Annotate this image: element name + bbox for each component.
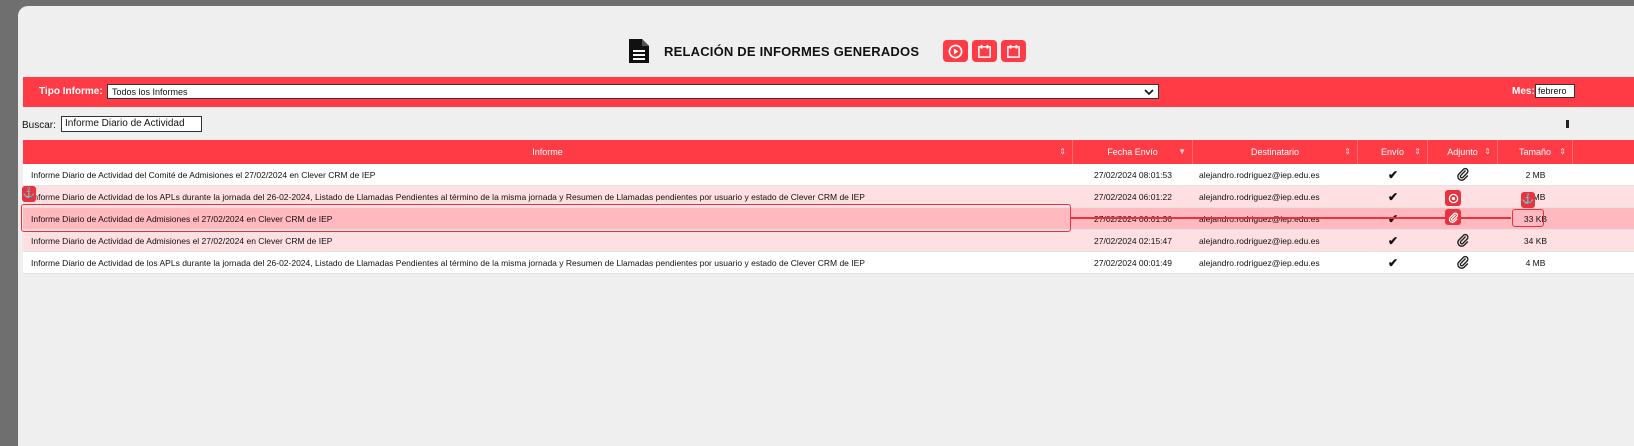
- sort-icon: ⇕: [1059, 147, 1066, 156]
- cell-envio: ✔: [1358, 234, 1428, 248]
- paperclip-selected-icon[interactable]: [1445, 209, 1461, 225]
- column-header-tamano[interactable]: Tamaño ⇕: [1498, 140, 1573, 164]
- column-header-destinatario[interactable]: Destinatario ⇕: [1193, 140, 1358, 164]
- cell-envio: ✔: [1358, 256, 1428, 270]
- target-icon[interactable]: [1445, 190, 1461, 206]
- search-label: Buscar:: [22, 120, 56, 131]
- calendar-icon: [1007, 44, 1021, 58]
- cell-destinatario: alejandro.rodriguez@iep.edu.es: [1199, 213, 1320, 224]
- anchor-icon[interactable]: ⚓: [1521, 192, 1535, 208]
- cell-tamano: 4 MB: [1525, 257, 1546, 268]
- chevron-down-icon: [1144, 88, 1154, 95]
- sort-icon: ⇕: [1414, 147, 1421, 156]
- play-circle-icon: [948, 44, 963, 58]
- cell-fecha: 27/02/2024 02:15:47: [1094, 235, 1172, 246]
- paperclip-icon[interactable]: [1456, 233, 1470, 247]
- cell-destinatario: alejandro.rodriguez@iep.edu.es: [1199, 235, 1320, 246]
- cell-envio: ✔: [1358, 212, 1428, 226]
- cell-informe: Informe Diario de Actividad de los APLs …: [31, 191, 865, 202]
- cell-fecha: 27/02/2024 00:01:49: [1094, 257, 1172, 268]
- check-icon: ✔: [1387, 167, 1399, 182]
- cell-adjunto: [1428, 255, 1498, 271]
- cell-informe: Informe Diario de Actividad del Comité d…: [31, 169, 376, 180]
- play-report-button[interactable]: [943, 40, 969, 62]
- column-header-envio[interactable]: Envío ⇕: [1358, 140, 1428, 164]
- report-type-label: Tipo Informe:: [39, 86, 103, 97]
- sort-icon: ⇕: [1484, 147, 1491, 156]
- cell-tamano: 2 MB: [1525, 169, 1546, 180]
- cell-fecha: 27/02/2024 06:01:22: [1094, 191, 1172, 202]
- cell-fecha: 27/02/2024 08:01:53: [1094, 169, 1172, 180]
- table-row[interactable]: Informe Diario de Actividad de Admisione…: [23, 230, 1634, 252]
- check-icon: ✔: [1387, 233, 1399, 248]
- paperclip-icon[interactable]: [1456, 167, 1470, 181]
- column-header-fecha[interactable]: Fecha Envío ▼: [1073, 140, 1193, 164]
- page-title: RELACIÓN DE INFORMES GENERADOS: [664, 43, 920, 59]
- filter-bar: Tipo Informe: Todos los Informes Mes: fe…: [23, 77, 1634, 107]
- calendar-button-2[interactable]: [1001, 40, 1027, 62]
- column-header-informe[interactable]: Informe ⇕: [23, 140, 1073, 164]
- sort-icon: ⇕: [1559, 147, 1566, 156]
- search-input[interactable]: Informe Diario de Actividad: [61, 116, 202, 132]
- cell-fecha: 27/02/2024 06:01:36: [1094, 213, 1172, 224]
- cell-tamano: 34 KB: [1523, 235, 1548, 246]
- month-select[interactable]: febrero: [1535, 84, 1575, 98]
- cell-informe: Informe Diario de Actividad de los APLs …: [31, 257, 865, 268]
- selection-box: [21, 204, 1071, 232]
- report-type-select[interactable]: Todos los Informes: [107, 84, 1159, 99]
- cell-adjunto: [1428, 233, 1498, 249]
- month-label: Mes:: [1512, 86, 1535, 97]
- calendar-icon: [978, 44, 992, 58]
- check-icon: ✔: [1387, 189, 1399, 204]
- selection-box: [1512, 209, 1544, 227]
- calendar-button-1[interactable]: [972, 40, 998, 62]
- sort-icon: ⇕: [1344, 147, 1351, 156]
- main-window: RELACIÓN DE INFORMES GENERADOS Tipo Info…: [18, 6, 1634, 446]
- check-icon: ✔: [1387, 255, 1399, 270]
- cell-destinatario: alejandro.rodriguez@iep.edu.es: [1199, 169, 1320, 180]
- sort-desc-icon: ▼: [1178, 147, 1186, 156]
- table-row[interactable]: Informe Diario de Actividad del Comité d…: [23, 164, 1634, 186]
- cell-envio: ✔: [1358, 190, 1428, 204]
- edge-marker: [1566, 120, 1569, 128]
- cell-envio: ✔: [1358, 168, 1428, 182]
- table-header: Informe ⇕ Fecha Envío ▼ Destinatario ⇕ E…: [23, 140, 1634, 164]
- cell-destinatario: alejandro.rodriguez@iep.edu.es: [1199, 191, 1320, 202]
- report-type-value: Todos los Informes: [112, 86, 188, 97]
- table-row[interactable]: Informe Diario de Actividad de los APLs …: [23, 252, 1634, 274]
- page-header: RELACIÓN DE INFORMES GENERADOS: [628, 38, 1027, 64]
- check-icon: ✔: [1387, 211, 1399, 226]
- anchor-icon[interactable]: ⚓: [22, 186, 36, 202]
- paperclip-icon[interactable]: [1456, 255, 1470, 269]
- cell-destinatario: alejandro.rodriguez@iep.edu.es: [1199, 257, 1320, 268]
- column-header-adjunto[interactable]: Adjunto ⇕: [1428, 140, 1498, 164]
- cell-informe: Informe Diario de Actividad de Admisione…: [31, 235, 333, 246]
- cell-tamano: 4 MB: [1525, 191, 1546, 202]
- cell-adjunto: [1428, 167, 1498, 183]
- document-icon: [629, 39, 649, 63]
